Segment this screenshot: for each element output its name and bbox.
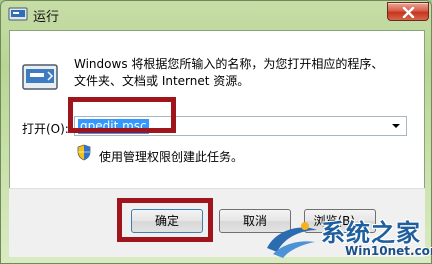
shield-icon [76, 144, 92, 164]
admin-note: 使用管理权限创建此任务。 [99, 150, 244, 164]
watermark-logo-icon [263, 214, 321, 264]
input-highlight-box [68, 97, 176, 133]
open-label: 打开(O): [22, 122, 69, 136]
window-title: 运行 [33, 10, 60, 25]
dropdown-arrow-icon[interactable] [392, 124, 400, 128]
run-dialog-window: 运行 Windows 将根据您所输入的名称，为您打开相应的程序、 文件夹、文档或… [0, 0, 432, 264]
description-line-2: 文件夹、文档或 Internet 资源。 [74, 74, 250, 88]
close-button[interactable] [387, 2, 429, 21]
watermark-url: Win10net.com [345, 244, 432, 258]
watermark-title: 系统之家 [321, 219, 421, 247]
ok-highlight-box [117, 198, 213, 242]
title-bar[interactable]: 运行 [1, 1, 432, 29]
run-title-icon [8, 7, 28, 22]
run-icon [21, 61, 61, 93]
description-line-1: Windows 将根据您所输入的名称，为您打开相应的程序、 [74, 57, 384, 71]
close-icon [402, 7, 415, 18]
dialog-description: Windows 将根据您所输入的名称，为您打开相应的程序、 文件夹、文档或 In… [74, 56, 414, 90]
